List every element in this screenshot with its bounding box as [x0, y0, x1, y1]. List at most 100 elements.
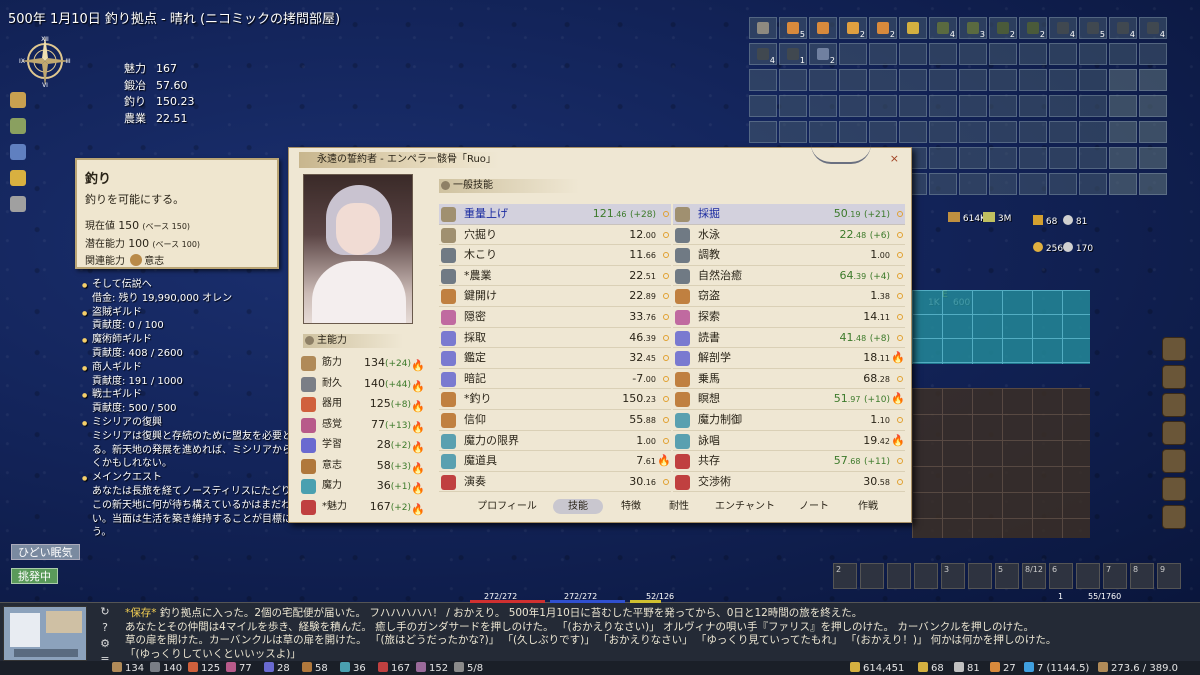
inventory-slot[interactable]	[1049, 69, 1077, 91]
inventory-slot[interactable]: 4	[749, 43, 777, 65]
skill-row[interactable]: 瞑想 51.97 (+10) 🔥	[673, 389, 905, 410]
inventory-slot[interactable]	[929, 69, 957, 91]
inventory-slot[interactable]	[1049, 147, 1077, 169]
ring-icon[interactable]	[1162, 393, 1186, 417]
inventory-slot[interactable]: 1	[779, 43, 807, 65]
inventory-slot[interactable]	[1019, 147, 1047, 169]
inventory-slot[interactable]	[779, 69, 807, 91]
inventory-slot[interactable]	[929, 43, 957, 65]
inventory-slot[interactable]: 4	[929, 17, 957, 39]
skill-row[interactable]: 穴掘り 12.00	[439, 225, 671, 246]
hotbar-slot[interactable]: 8	[1130, 563, 1154, 589]
inventory-slot[interactable]	[809, 17, 837, 39]
skill-row[interactable]: *農業 22.51	[439, 266, 671, 287]
helmet-icon[interactable]	[1162, 421, 1186, 445]
inventory-slot[interactable]	[899, 69, 927, 91]
inventory-slot[interactable]: 2	[989, 17, 1017, 39]
tab-3[interactable]: 耐性	[657, 499, 701, 514]
inventory-slot[interactable]	[1019, 121, 1047, 143]
inventory-slot[interactable]: 2	[839, 17, 867, 39]
tab-4[interactable]: エンチャント	[705, 499, 785, 514]
inventory-slot[interactable]	[959, 69, 987, 91]
hotbar-slot[interactable]	[968, 563, 992, 589]
inventory-slot[interactable]: 2	[869, 17, 897, 39]
inventory-slot[interactable]	[959, 173, 987, 195]
inventory-slot[interactable]	[929, 147, 957, 169]
inventory-slot[interactable]	[959, 147, 987, 169]
inventory-slot[interactable]	[1109, 121, 1137, 143]
hotbar-slot[interactable]	[887, 563, 911, 589]
hotbar-slot[interactable]	[914, 563, 938, 589]
refresh-icon[interactable]: ↻	[95, 605, 115, 621]
inventory-slot[interactable]	[1139, 147, 1167, 169]
inventory-slot[interactable]	[989, 69, 1017, 91]
inventory-slot[interactable]: 5	[1079, 17, 1107, 39]
inventory-slot[interactable]	[809, 95, 837, 117]
attribute-row[interactable]: 筋力 134(+24) 🔥	[301, 353, 427, 374]
inventory-slot[interactable]	[899, 43, 927, 65]
skill-row[interactable]: 演奏 30.16	[439, 472, 671, 493]
skill-row[interactable]: 採取 46.39	[439, 328, 671, 349]
inventory-slot[interactable]	[1139, 173, 1167, 195]
inventory-slot[interactable]	[809, 69, 837, 91]
skill-row[interactable]: *釣り 150.23	[439, 389, 671, 410]
inventory-slot[interactable]	[1049, 43, 1077, 65]
inventory-slot[interactable]	[1109, 43, 1137, 65]
inventory-slot[interactable]	[989, 121, 1017, 143]
skill-row[interactable]: 探索 14.11	[673, 307, 905, 328]
hotbar-slot[interactable]: 6	[1049, 563, 1073, 589]
inventory-slot[interactable]	[929, 121, 957, 143]
inventory-slot[interactable]: 5	[779, 17, 807, 39]
inventory-slot[interactable]	[869, 95, 897, 117]
inventory-slot[interactable]	[899, 95, 927, 117]
skill-row[interactable]: 詠唱 19.42 🔥	[673, 431, 905, 452]
inventory-slot[interactable]	[1079, 173, 1107, 195]
inventory-slot[interactable]: 3	[959, 17, 987, 39]
tab-2[interactable]: 特徴	[607, 499, 655, 514]
inventory-slot[interactable]	[959, 43, 987, 65]
inventory-slot[interactable]	[1139, 69, 1167, 91]
inventory-slot[interactable]: 4	[1049, 17, 1077, 39]
hotbar-slot[interactable]: 7	[1103, 563, 1127, 589]
inventory-slot[interactable]	[839, 69, 867, 91]
inventory-slot[interactable]	[779, 121, 807, 143]
chat-icon[interactable]: ?	[95, 621, 115, 637]
inventory-slot[interactable]	[929, 173, 957, 195]
inventory-slot[interactable]	[1049, 173, 1077, 195]
inventory-slot[interactable]	[959, 95, 987, 117]
tab-5[interactable]: ノート	[789, 499, 839, 514]
minimap[interactable]	[3, 606, 87, 661]
gear-icon[interactable]: ⚙	[95, 637, 115, 653]
hotbar-slot[interactable]: 9	[1157, 563, 1181, 589]
inventory-slot[interactable]	[1079, 43, 1107, 65]
attribute-row[interactable]: 器用 125(+8) 🔥	[301, 394, 427, 415]
inventory-slot[interactable]	[1019, 69, 1047, 91]
attribute-row[interactable]: 魔力 36(+1) 🔥	[301, 476, 427, 497]
inventory-slot[interactable]: 4	[1139, 17, 1167, 39]
character-icon[interactable]	[10, 92, 26, 108]
inventory-slot[interactable]	[1079, 147, 1107, 169]
inventory-slot[interactable]	[959, 121, 987, 143]
tab-1[interactable]: 技能	[553, 499, 603, 514]
inventory-slot[interactable]	[989, 43, 1017, 65]
container-grid[interactable]	[912, 290, 1090, 364]
inventory-slot[interactable]	[989, 173, 1017, 195]
inventory-slot[interactable]	[869, 121, 897, 143]
sword-icon[interactable]	[1162, 337, 1186, 361]
inventory-slot[interactable]	[749, 17, 777, 39]
inventory-slot[interactable]: 2	[1019, 17, 1047, 39]
inventory-slot[interactable]	[779, 95, 807, 117]
skill-row[interactable]: 鑑定 32.45	[439, 348, 671, 369]
inventory-slot[interactable]	[899, 17, 927, 39]
inventory-slot[interactable]	[1109, 69, 1137, 91]
inventory-slot[interactable]	[839, 43, 867, 65]
inventory-slot[interactable]	[1049, 95, 1077, 117]
inventory-slot[interactable]	[1079, 121, 1107, 143]
attribute-row[interactable]: 学習 28(+2) 🔥	[301, 435, 427, 456]
skill-row[interactable]: 隠密 33.76	[439, 307, 671, 328]
attribute-row[interactable]: *魅力 167(+2) 🔥	[301, 497, 427, 518]
hotbar-slot[interactable]: 8/12	[1022, 563, 1046, 589]
skill-row[interactable]: 暗記 -7.00	[439, 369, 671, 390]
inventory-slot[interactable]	[989, 147, 1017, 169]
skill-row[interactable]: 乗馬 68.28	[673, 369, 905, 390]
